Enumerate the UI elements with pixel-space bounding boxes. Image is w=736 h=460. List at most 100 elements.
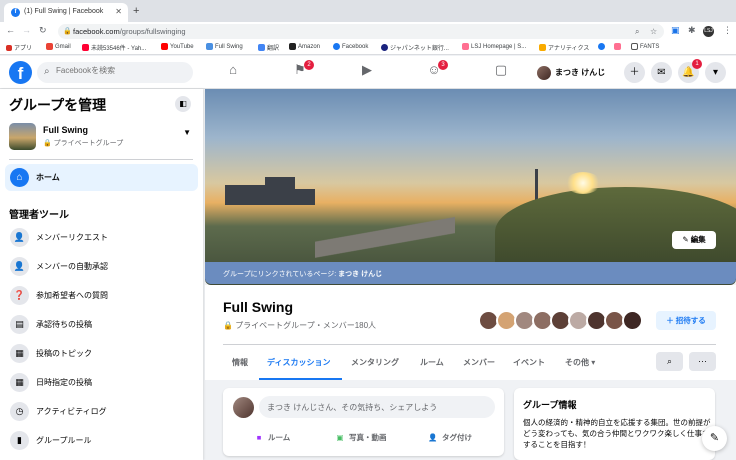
- bookmark-gmail[interactable]: Gmail: [46, 43, 71, 50]
- tab-about[interactable]: 情報: [232, 357, 248, 368]
- bookmark-fants[interactable]: FANTS: [631, 43, 659, 50]
- analytics-icon: [539, 44, 546, 51]
- groups-nav-icon[interactable]: ☺: [414, 62, 454, 83]
- extension-icon[interactable]: ▣: [671, 25, 680, 36]
- admin-tools-heading: 管理者ツール: [9, 210, 69, 221]
- bookmark-apps[interactable]: アプリ: [6, 43, 32, 52]
- facebook-header: f ⌕ ⌂ ⚑ 2 ▶ ☺ 3 ▢ まつき けんじ ＋ ✉ 🔔 1 ▾: [0, 56, 736, 89]
- sidebar-item-auto-approve[interactable]: 👤 メンバーの自動承認: [5, 254, 198, 279]
- sidebar-item-pending-posts[interactable]: ▤ 承認待ちの投稿: [5, 312, 198, 337]
- zoom-icon[interactable]: ⌕: [635, 27, 639, 37]
- more-options-icon[interactable]: ···: [689, 352, 716, 371]
- facebook-icon: [333, 43, 340, 50]
- group-name: Full Swing: [43, 125, 88, 135]
- group-privacy: 🔒 プライベートグループ: [43, 140, 124, 147]
- account-menu-caret-icon[interactable]: ▾: [705, 62, 726, 83]
- sidebar-item-activity-log[interactable]: ◷ アクティビティログ: [5, 399, 198, 424]
- close-tab-icon[interactable]: ✕: [115, 7, 122, 16]
- sidebar-item-member-requests[interactable]: 👤 メンバーリクエスト: [5, 225, 198, 250]
- home-icon: ⌂: [10, 168, 29, 187]
- bookmark-facebook-2[interactable]: [598, 43, 605, 50]
- tab-more[interactable]: その他 ▾: [565, 357, 595, 368]
- profile-avatar-icon[interactable]: LSJ: [703, 26, 714, 37]
- facebook-logo-icon[interactable]: f: [9, 61, 32, 84]
- post-composer: まつき けんじさん、その気持ち、シェアしよう ■ ルーム ▣ 写真・動画 👤 タグ付け: [223, 388, 504, 456]
- sidebar-item-membership-questions[interactable]: ❓ 参加希望者への質問: [5, 283, 198, 308]
- new-tab-icon[interactable]: +: [133, 5, 139, 17]
- member-avatar[interactable]: [622, 310, 643, 331]
- bookmark-youtube[interactable]: YouTube: [161, 43, 194, 50]
- bookmark-pen[interactable]: [614, 43, 621, 50]
- tab-rooms[interactable]: ルーム: [420, 357, 444, 368]
- divider: [9, 159, 193, 160]
- group-search-icon[interactable]: ⌕: [656, 352, 683, 371]
- bookmarks-bar: アプリ Gmail 未読53546件 - Yah... YouTube Full…: [0, 41, 736, 55]
- address-bar[interactable]: 🔒 facebook.com/groups/fullswinging ⌕ ☆: [58, 24, 664, 39]
- bookmark-yahoo[interactable]: 未読53546件 - Yah...: [82, 43, 146, 52]
- edit-cover-button[interactable]: ✎ 編集: [672, 231, 716, 249]
- sidebar-item-label: メンバーの自動承認: [36, 262, 108, 271]
- sidebar-item-label: 日時指定の投稿: [36, 378, 92, 387]
- tab-discussion[interactable]: ディスカッション: [267, 357, 330, 368]
- notifications-badge: 1: [692, 59, 702, 69]
- watch-video-icon[interactable]: ▶: [347, 62, 387, 83]
- sidebar-item-scheduled-posts[interactable]: ▦ 日時指定の投稿: [5, 370, 198, 395]
- pages-flag-icon[interactable]: ⚑: [280, 62, 320, 83]
- bookmark-amazon[interactable]: Amazon: [289, 43, 320, 50]
- gaming-nav-icon[interactable]: ▢: [481, 62, 521, 83]
- browser-tab[interactable]: f (1) Full Swing | Facebook ✕: [4, 3, 128, 22]
- bookmark-analytics[interactable]: アナリティクス: [539, 43, 589, 52]
- topics-icon: ▦: [10, 344, 29, 363]
- yahoo-icon: [82, 44, 89, 51]
- sidebar-item-post-topics[interactable]: ▦ 投稿のトピック: [5, 341, 198, 366]
- puzzle-icon[interactable]: ✱: [688, 25, 696, 36]
- youtube-icon: [161, 43, 168, 50]
- bookmark-star-icon[interactable]: ☆: [650, 27, 657, 36]
- bookmark-facebook[interactable]: Facebook: [333, 43, 368, 50]
- invite-button[interactable]: ＋ 招待する: [656, 311, 716, 330]
- apps-grid-icon: [6, 44, 12, 51]
- new-message-compose-icon[interactable]: ✎: [702, 426, 727, 451]
- group-admin-sidebar: グループを管理 ◧ Full Swing 🔒 プライベートグループ ▼ ⌂ ホー…: [0, 89, 203, 460]
- reload-icon[interactable]: ↻: [39, 25, 47, 36]
- messenger-icon[interactable]: ✉: [651, 62, 672, 83]
- group-header: Full Swing 🔒 プライベートグループ・メンバー180人 ＋ 招待する …: [205, 285, 736, 380]
- cover-road: [315, 209, 455, 265]
- user-name: まつき けんじ: [555, 68, 606, 77]
- search-icon: ⌕: [44, 66, 50, 77]
- home-nav-icon[interactable]: ⌂: [213, 62, 253, 83]
- bookmark-lsj[interactable]: LSJ Homepage | S...: [462, 43, 526, 50]
- sidebar-item-label: メンバーリクエスト: [36, 233, 108, 242]
- bookmark-fullswing[interactable]: Full Swing: [206, 43, 243, 50]
- sidebar-title: グループを管理: [9, 97, 107, 113]
- photo-video-action[interactable]: ▣ 写真・動画: [334, 432, 386, 443]
- collapse-sidebar-icon[interactable]: ◧: [175, 96, 191, 112]
- sidebar-item-home[interactable]: ⌂ ホーム: [5, 164, 198, 191]
- create-plus-icon[interactable]: ＋: [624, 62, 645, 83]
- search-input[interactable]: [56, 66, 186, 75]
- room-action[interactable]: ■ ルーム: [253, 432, 291, 443]
- composer-input[interactable]: まつき けんじさん、その気持ち、シェアしよう: [259, 396, 495, 418]
- tab-mentoring[interactable]: メンタリング: [351, 357, 399, 368]
- pen-icon: [614, 43, 621, 50]
- group-switcher[interactable]: Full Swing 🔒 プライベートグループ ▼: [9, 122, 193, 152]
- calendar-icon: ▦: [10, 373, 29, 392]
- caret-down-icon: ▼: [183, 128, 191, 137]
- video-room-icon: ■: [256, 433, 262, 442]
- about-description: 個人の経済的・精神的自立を応援する集団。世の前提がどう変わっても、気の合う仲間と…: [523, 418, 711, 449]
- profile-chip[interactable]: まつき けんじ: [537, 62, 605, 83]
- tab-events[interactable]: イベント: [513, 357, 545, 368]
- facebook-search[interactable]: ⌕: [37, 62, 193, 83]
- linked-page-name[interactable]: まつき けんじ: [338, 271, 382, 278]
- bookmark-translate[interactable]: 翻訳: [258, 43, 279, 52]
- forward-icon[interactable]: →: [22, 25, 31, 35]
- sidebar-item-group-rules[interactable]: ▮ グループルール: [5, 428, 198, 453]
- bookmark-japannet[interactable]: ジャパンネット銀行...: [381, 43, 449, 52]
- divider: [223, 344, 716, 345]
- tag-people-action[interactable]: 👤 タグ付け: [427, 432, 472, 443]
- group-title: Full Swing: [223, 299, 293, 315]
- more-menu-icon[interactable]: ⋮: [723, 25, 732, 36]
- tab-members[interactable]: メンバー: [463, 357, 495, 368]
- cover-sun: [565, 172, 601, 194]
- back-icon[interactable]: ←: [6, 25, 15, 35]
